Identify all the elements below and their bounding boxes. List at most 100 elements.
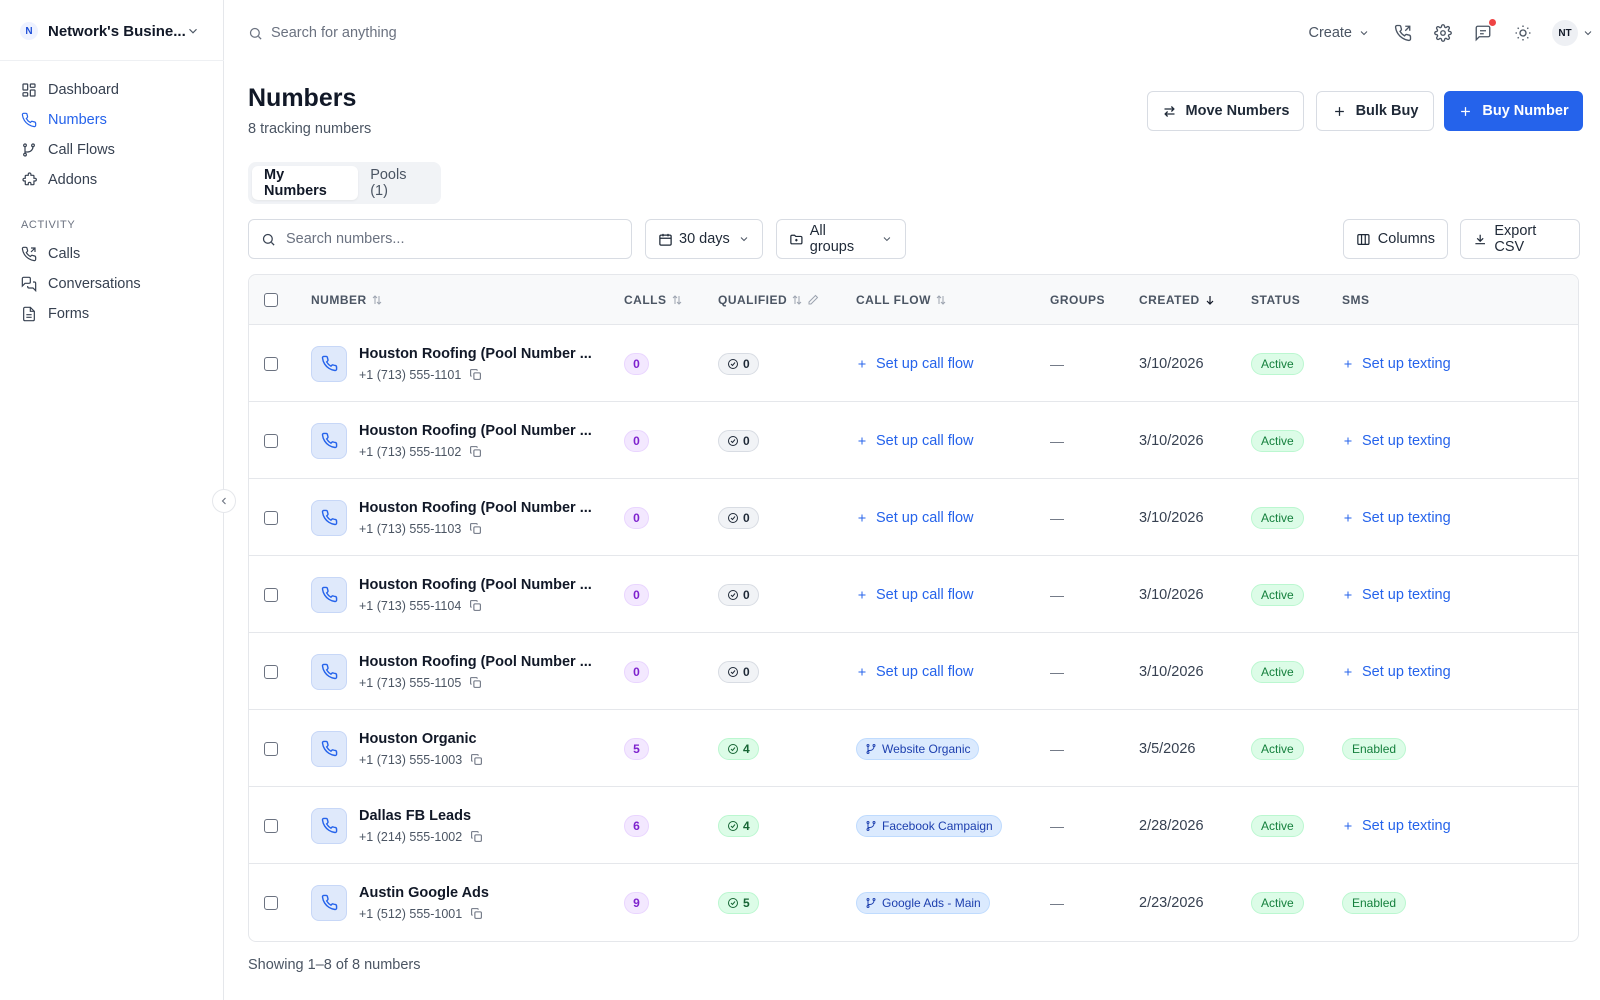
row-checkbox[interactable] [264, 510, 278, 525]
setup-call-flow-link[interactable]: Set up call flow [856, 510, 974, 526]
buy-number-button[interactable]: Buy Number [1444, 91, 1583, 131]
call-flow-badge[interactable]: Facebook Campaign [856, 814, 1002, 837]
call-flow-badge[interactable]: Website Organic [856, 737, 980, 760]
copy-icon[interactable] [470, 753, 483, 766]
sidebar-item-forms[interactable]: Forms [12, 299, 212, 329]
tab-pools[interactable]: Pools (1) [358, 166, 437, 200]
sidebar-item-conversations[interactable]: Conversations [12, 269, 212, 299]
workspace-switcher[interactable]: N Network's Busine... [12, 14, 208, 48]
number-name[interactable]: Houston Roofing (Pool Number ... [359, 423, 592, 439]
user-avatar[interactable]: NT [1552, 20, 1578, 46]
table-row[interactable]: Houston Organic +1 (713) 555-1003 5 4 Websit… [249, 710, 1578, 787]
row-checkbox[interactable] [264, 895, 278, 910]
setup-texting-link[interactable]: Set up texting [1342, 433, 1451, 449]
row-checkbox[interactable] [264, 433, 278, 448]
qualified-badge: 5 [718, 891, 759, 914]
col-calls-label: CALLS [624, 293, 667, 307]
select-all-checkbox[interactable] [264, 293, 278, 307]
copy-icon[interactable] [470, 830, 483, 843]
call-flow-badge[interactable]: Google Ads - Main [856, 891, 990, 914]
status-badge: Active [1251, 506, 1304, 529]
col-number[interactable]: NUMBER [311, 275, 383, 325]
table-row[interactable]: Dallas FB Leads +1 (214) 555-1002 6 4 Facebo… [249, 787, 1578, 864]
sidebar-item-calls[interactable]: Calls [12, 239, 212, 269]
create-menu-button[interactable]: Create [1308, 25, 1370, 41]
table-row[interactable]: Houston Roofing (Pool Number ... +1 (713)… [249, 633, 1578, 710]
number-name[interactable]: Houston Roofing (Pool Number ... [359, 654, 592, 670]
date-range-select[interactable]: 30 days [645, 219, 763, 259]
number-cell: Houston Roofing (Pool Number ... +1 (713)… [311, 402, 592, 479]
move-numbers-button[interactable]: Move Numbers [1147, 91, 1304, 131]
table-row[interactable]: Houston Roofing (Pool Number ... +1 (713)… [249, 556, 1578, 633]
messages-button[interactable] [1472, 19, 1496, 44]
created-date: 3/10/2026 [1139, 355, 1204, 372]
plus-icon [858, 668, 866, 675]
setup-call-flow-link[interactable]: Set up call flow [856, 664, 974, 680]
calls-cell: 5 [624, 710, 649, 787]
sidebar-item-label: Conversations [48, 276, 141, 292]
setup-texting-link[interactable]: Set up texting [1342, 818, 1451, 834]
setup-texting-link[interactable]: Set up texting [1342, 510, 1451, 526]
row-checkbox[interactable] [264, 356, 278, 371]
collapse-sidebar-button[interactable] [212, 489, 236, 513]
copy-icon[interactable] [469, 599, 482, 612]
theme-toggle[interactable] [1512, 22, 1534, 44]
copy-icon[interactable] [469, 676, 482, 689]
number-name[interactable]: Houston Roofing (Pool Number ... [359, 577, 592, 593]
created-date: 3/10/2026 [1139, 663, 1204, 680]
copy-icon[interactable] [469, 445, 482, 458]
row-checkbox[interactable] [264, 741, 278, 756]
qualified-count: 0 [743, 433, 750, 448]
tab-my-numbers[interactable]: My Numbers [252, 166, 359, 200]
table-row[interactable]: Houston Roofing (Pool Number ... +1 (713)… [249, 325, 1578, 402]
col-qualified-label: QUALIFIED [718, 293, 788, 307]
sidebar-item-numbers[interactable]: Numbers [12, 105, 212, 135]
setup-call-flow-link[interactable]: Set up call flow [856, 587, 974, 603]
number-name[interactable]: Houston Organic [359, 731, 483, 747]
setup-texting-label: Set up texting [1362, 817, 1451, 834]
calls-cell: 0 [624, 325, 649, 402]
setup-call-flow-link[interactable]: Set up call flow [856, 433, 974, 449]
number-name[interactable]: Dallas FB Leads [359, 808, 483, 824]
number-name[interactable]: Austin Google Ads [359, 885, 489, 901]
copy-icon[interactable] [470, 907, 483, 920]
call-flow-cell: Website Organic [856, 710, 980, 787]
setup-call-flow-label: Set up call flow [876, 432, 974, 449]
global-search[interactable]: Search for anything [248, 22, 548, 44]
sidebar-item-addons[interactable]: Addons [12, 165, 212, 195]
row-checkbox[interactable] [264, 587, 278, 602]
table-row[interactable]: Houston Roofing (Pool Number ... +1 (713)… [249, 479, 1578, 556]
number-phone: +1 (214) 555-1002 [359, 830, 483, 844]
created-cell: 3/10/2026 [1139, 402, 1204, 479]
columns-button[interactable]: Columns [1343, 219, 1448, 259]
table-row[interactable]: Austin Google Ads +1 (512) 555-1001 9 5 Goog… [249, 864, 1578, 941]
col-qualified[interactable]: QUALIFIED [718, 275, 819, 325]
copy-icon[interactable] [469, 368, 482, 381]
pencil-icon[interactable] [807, 294, 819, 306]
col-created[interactable]: CREATED [1139, 275, 1216, 325]
sidebar-item-dashboard[interactable]: Dashboard [12, 75, 212, 105]
copy-icon[interactable] [469, 522, 482, 535]
chevron-down-icon[interactable] [1582, 27, 1594, 39]
phone-icon [21, 112, 37, 128]
numbers-search-field[interactable] [248, 219, 632, 259]
col-call-flow[interactable]: CALL FLOW [856, 275, 947, 325]
numbers-search-input[interactable] [286, 231, 606, 247]
setup-texting-link[interactable]: Set up texting [1342, 587, 1451, 603]
row-checkbox[interactable] [264, 818, 278, 833]
sidebar-item-call-flows[interactable]: Call Flows [12, 135, 212, 165]
folder-icon [790, 234, 803, 244]
groups-select[interactable]: All groups [776, 219, 906, 259]
setup-call-flow-link[interactable]: Set up call flow [856, 356, 974, 372]
table-row[interactable]: Houston Roofing (Pool Number ... +1 (713)… [249, 402, 1578, 479]
export-csv-button[interactable]: Export CSV [1460, 219, 1580, 259]
col-calls[interactable]: CALLS [624, 275, 683, 325]
number-name[interactable]: Houston Roofing (Pool Number ... [359, 500, 592, 516]
settings-button[interactable] [1432, 22, 1454, 44]
dialer-button[interactable] [1392, 22, 1414, 44]
setup-texting-link[interactable]: Set up texting [1342, 356, 1451, 372]
setup-texting-link[interactable]: Set up texting [1342, 664, 1451, 680]
number-name[interactable]: Houston Roofing (Pool Number ... [359, 346, 592, 362]
row-checkbox[interactable] [264, 664, 278, 679]
bulk-buy-button[interactable]: Bulk Buy [1316, 91, 1434, 131]
